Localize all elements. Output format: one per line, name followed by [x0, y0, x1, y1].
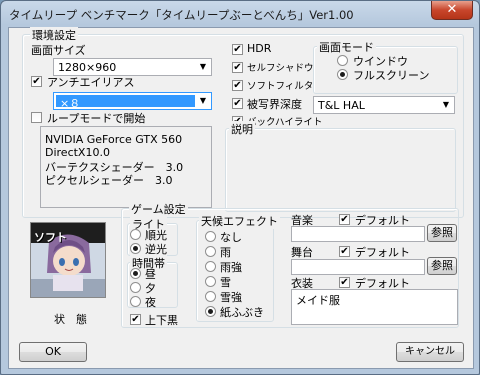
cancel-label: キャンセル — [405, 346, 455, 357]
env-settings-title: 環境設定 — [30, 27, 78, 43]
self-shadow-checkbox[interactable]: ✔ — [232, 62, 243, 73]
stage-browse-label: 参照 — [431, 259, 453, 272]
weather-rain-radio[interactable] — [205, 246, 216, 257]
checkmark-icon: ✔ — [233, 62, 242, 73]
gpu-name: NVIDIA GeForce GTX 560 — [45, 133, 183, 146]
soft-filter-label: ソフトフィルタ — [247, 81, 314, 92]
weather-heavy-rain-radio[interactable] — [205, 261, 216, 272]
music-path-input[interactable] — [291, 226, 425, 242]
stage-path-input[interactable] — [291, 259, 425, 275]
weather-none-label: なし — [220, 231, 242, 244]
screen-size-label: 画面サイズ — [31, 44, 86, 57]
chevron-down-icon: ▼ — [199, 96, 207, 105]
weather-confetti-label: 紙ふぶき — [220, 306, 264, 319]
fullscreen-radio[interactable] — [337, 69, 348, 80]
ok-button[interactable]: OK — [19, 342, 87, 362]
checkmark-icon: ✔ — [32, 76, 41, 87]
renderer-select[interactable]: T&L HAL ▼ — [313, 96, 455, 114]
soft-filter-checkbox[interactable]: ✔ — [232, 80, 243, 91]
weather-heavy-snow-label: 雪強 — [220, 291, 242, 304]
dialog-window: タイムリープ ベンチマーク「タイムリープぶーとべんち」Ver1.00 ✕ 環境設… — [0, 0, 480, 375]
time-evening-radio[interactable] — [130, 282, 141, 293]
cancel-button[interactable]: キャンセル — [396, 342, 464, 362]
directx-version: DirectX10.0 — [45, 146, 110, 159]
stage-browse-button[interactable]: 参照 — [427, 257, 457, 275]
weather-heavy-rain-label: 雨強 — [220, 261, 242, 274]
fullscreen-label: フルスクリーン — [353, 69, 430, 82]
weather-snow-label: 雪 — [220, 276, 231, 289]
character-preview-image: ソフト — [30, 222, 106, 298]
antialias-value: ×８ — [60, 97, 81, 110]
screen-size-value: 1280×960 — [58, 61, 117, 74]
weather-heavy-snow-radio[interactable] — [205, 291, 216, 302]
backlight-label: バックハイライト — [247, 117, 323, 128]
weather-confetti-radio[interactable] — [205, 306, 216, 317]
description-group: 説明 — [225, 121, 456, 212]
pixel-shader-version: ピクセルシェーダー 3.0 — [45, 174, 173, 187]
chevron-down-icon: ▼ — [442, 100, 450, 109]
costume-value[interactable]: メイド服 — [296, 292, 340, 308]
game-settings-title: ゲーム設定 — [129, 201, 188, 217]
renderer-value: T&L HAL — [318, 99, 365, 112]
chevron-down-icon: ▼ — [199, 62, 207, 71]
back-light-radio[interactable] — [130, 243, 141, 254]
music-default-checkbox[interactable]: ✔ — [339, 214, 350, 225]
time-night-label: 夜 — [145, 296, 156, 309]
front-light-radio[interactable] — [130, 229, 141, 240]
close-button[interactable]: ✕ — [431, 1, 473, 20]
checkmark-icon: ✔ — [131, 314, 140, 325]
checkmark-icon: ✔ — [340, 246, 349, 257]
weather-title: 天候エフェクト — [199, 213, 280, 229]
antialias-label: アンチエイリアス — [47, 76, 135, 89]
costume-default-checkbox[interactable]: ✔ — [339, 277, 350, 288]
preview-overlay-text: ソフト — [34, 231, 67, 244]
costume-list[interactable]: メイド服 — [291, 289, 458, 325]
window-mode-radio[interactable] — [337, 55, 348, 66]
weather-none-radio[interactable] — [205, 231, 216, 242]
loop-mode-label: ループモードで開始 — [47, 112, 146, 125]
depth-of-field-checkbox[interactable]: ✔ — [232, 98, 243, 109]
dialog-client: 環境設定 画面サイズ 1280×960 ▼ ✔ アンチエイリアス ×８ ▼ ルー… — [8, 27, 474, 369]
letterbox-checkbox[interactable]: ✔ — [130, 314, 141, 325]
window-title: タイムリープ ベンチマーク「タイムリープぶーとべんち」Ver1.00 — [9, 8, 354, 22]
checkmark-icon: ✔ — [340, 277, 349, 288]
weather-rain-label: 雨 — [220, 246, 231, 259]
time-night-radio[interactable] — [130, 296, 141, 307]
title-bar[interactable]: タイムリープ ベンチマーク「タイムリープぶーとべんち」Ver1.00 ✕ — [1, 1, 479, 27]
hdr-checkbox[interactable]: ✔ — [232, 44, 243, 55]
weather-snow-radio[interactable] — [205, 276, 216, 287]
hdr-label: HDR — [247, 42, 272, 55]
checkmark-icon: ✔ — [233, 98, 242, 109]
gpu-info-box: NVIDIA GeForce GTX 560 DirectX10.0 バーテクス… — [40, 126, 212, 208]
loop-mode-checkbox[interactable] — [31, 112, 42, 123]
close-icon: ✕ — [446, 2, 458, 17]
ok-label: OK — [45, 345, 61, 358]
antialias-checkbox[interactable]: ✔ — [31, 76, 42, 87]
checkmark-icon: ✔ — [233, 80, 242, 91]
self-shadow-label: セルフシャドウ — [247, 63, 314, 74]
antialias-select[interactable]: ×８ ▼ — [53, 92, 212, 110]
stage-default-checkbox[interactable]: ✔ — [339, 246, 350, 257]
music-browse-button[interactable]: 参照 — [427, 224, 457, 242]
stage-default-label: デフォルト — [355, 246, 410, 259]
letterbox-label: 上下黒 — [145, 314, 178, 327]
checkmark-icon: ✔ — [233, 44, 242, 55]
music-browse-label: 参照 — [431, 226, 453, 239]
stage-label: 舞台 — [291, 246, 313, 259]
description-title: 説明 — [229, 121, 255, 137]
depth-of-field-label: 被写界深度 — [247, 98, 302, 111]
checkmark-icon: ✔ — [340, 214, 349, 225]
time-day-radio[interactable] — [130, 268, 141, 279]
status-label: 状 態 — [54, 313, 87, 326]
